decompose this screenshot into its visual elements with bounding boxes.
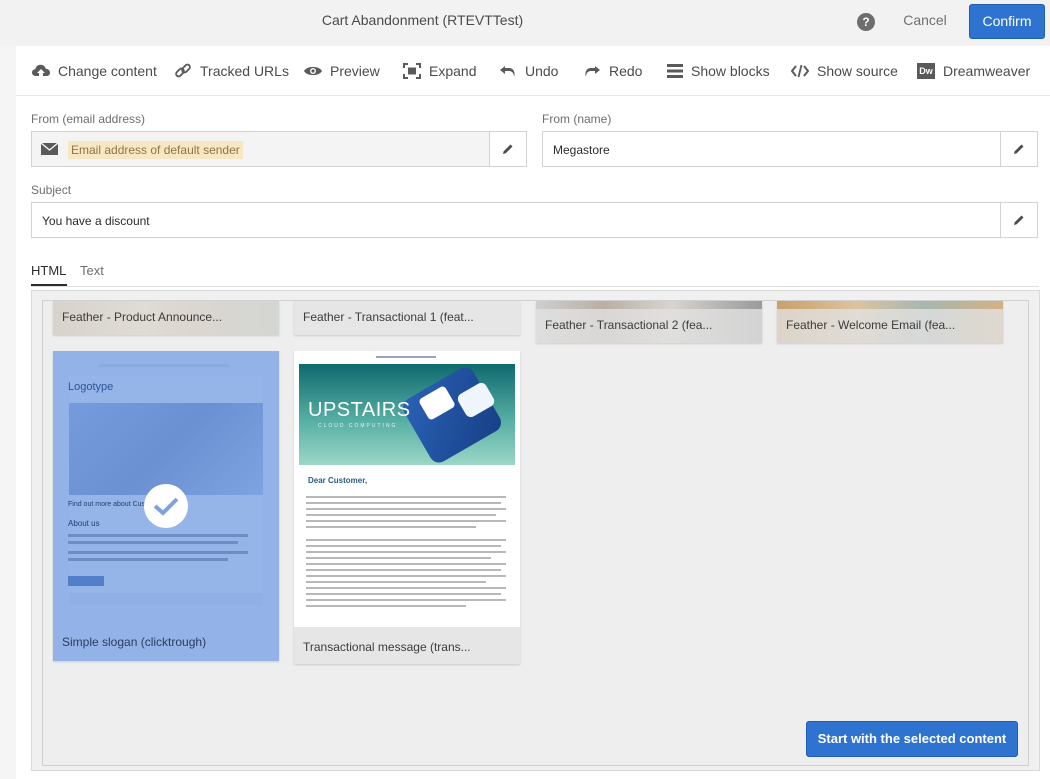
- from-email-label: From (email address): [31, 112, 146, 126]
- template-card-transactional-2[interactable]: Feather - Transactional 2 (fea...: [536, 301, 762, 343]
- undo-label: Undo: [525, 63, 559, 79]
- template-thumbnail: [294, 351, 520, 664]
- template-name: Simple slogan (clicktrough): [62, 635, 207, 649]
- tab-html[interactable]: HTML: [31, 263, 66, 278]
- template-card-transactional-message[interactable]: UPSTAIRS CLOUD COMPUTING Dear Customer, …: [294, 351, 520, 664]
- expand-icon: [403, 63, 421, 79]
- from-name-field[interactable]: Megastore: [542, 131, 1002, 167]
- thumbnail-banner-subtitle: CLOUD COMPUTING: [318, 423, 398, 429]
- tracked-urls-button[interactable]: Tracked URLs: [174, 46, 289, 96]
- thumbnail-find-out-text: Find out more about Cust: [68, 501, 147, 508]
- subject-label: Subject: [31, 183, 72, 197]
- dreamweaver-button[interactable]: Dw Dreamweaver: [917, 46, 1030, 96]
- tabs-divider: [31, 286, 1039, 287]
- pencil-icon: [1014, 144, 1024, 154]
- template-name: Feather - Welcome Email (fea...: [777, 309, 1003, 343]
- edit-from-email-button[interactable]: [489, 131, 527, 167]
- thumbnail-banner-text: UPSTAIRS: [308, 399, 411, 421]
- template-card-simple-slogan[interactable]: Logotype Find out more about Cust About …: [53, 351, 279, 661]
- tracked-urls-label: Tracked URLs: [200, 63, 289, 79]
- template-name: Feather - Product Announce...: [53, 301, 279, 335]
- start-with-selected-content-button[interactable]: Start with the selected content: [806, 721, 1018, 757]
- template-gallery-scroll[interactable]: Feather - Product Announce... Feather - …: [42, 300, 1029, 766]
- from-name-value: Megastore: [553, 143, 610, 157]
- list-icon: [667, 64, 683, 78]
- link-icon: [175, 63, 191, 78]
- editor-content: From (email address) Email address of de…: [16, 96, 1050, 779]
- template-name: Feather - Transactional 1 (feat...: [294, 301, 520, 335]
- dreamweaver-label: Dreamweaver: [943, 63, 1031, 79]
- subject-field[interactable]: You have a discount: [31, 202, 1002, 238]
- edit-from-name-button[interactable]: [1000, 131, 1038, 167]
- expand-label: Expand: [429, 63, 477, 79]
- editor-toolbar: Change content Tracked URLs Preview Expa…: [16, 46, 1050, 96]
- cloud-upload-icon: [32, 64, 50, 76]
- cancel-button[interactable]: Cancel: [892, 12, 958, 32]
- top-bar: Cart Abandonment (RTEVTTest) ? Cancel Co…: [0, 0, 1050, 46]
- selected-check-icon: [144, 484, 188, 528]
- pencil-icon: [1014, 215, 1024, 225]
- template-card-welcome-email[interactable]: Feather - Welcome Email (fea...: [777, 301, 1003, 343]
- page-title: Cart Abandonment (RTEVTTest): [321, 12, 524, 28]
- template-gallery: Feather - Product Announce... Feather - …: [31, 290, 1040, 771]
- expand-button[interactable]: Expand: [403, 46, 476, 96]
- template-name: Transactional message (trans...: [294, 627, 520, 664]
- default-sender-chip: Email address of default sender: [68, 141, 243, 159]
- envelope-icon: [41, 143, 58, 155]
- thumbnail-logo-text: Logotype: [68, 381, 114, 393]
- template-card-product-announce[interactable]: Feather - Product Announce...: [53, 301, 279, 335]
- confirm-button[interactable]: Confirm: [969, 4, 1045, 39]
- show-source-button[interactable]: Show source: [791, 46, 898, 96]
- redo-label: Redo: [609, 63, 643, 79]
- redo-button[interactable]: Redo: [583, 46, 642, 96]
- template-name: Feather - Transactional 2 (fea...: [536, 309, 762, 343]
- undo-button[interactable]: Undo: [499, 46, 558, 96]
- preview-button[interactable]: Preview: [304, 46, 380, 96]
- show-blocks-button[interactable]: Show blocks: [667, 46, 770, 96]
- eye-icon: [304, 66, 322, 76]
- edit-subject-button[interactable]: [1000, 202, 1038, 238]
- thumbnail-about-text: About us: [68, 519, 100, 528]
- subject-value: You have a discount: [42, 214, 150, 228]
- from-email-field[interactable]: Email address of default sender: [31, 131, 491, 167]
- from-name-label: From (name): [542, 112, 612, 126]
- show-source-label: Show source: [817, 63, 898, 79]
- help-icon[interactable]: ?: [857, 13, 875, 31]
- pencil-icon: [503, 144, 513, 154]
- tab-text[interactable]: Text: [80, 263, 104, 278]
- redo-icon: [585, 66, 600, 77]
- dreamweaver-icon: Dw: [917, 63, 935, 79]
- preview-label: Preview: [330, 63, 380, 79]
- template-card-transactional-1[interactable]: Feather - Transactional 1 (feat...: [294, 301, 520, 335]
- undo-icon: [500, 66, 515, 77]
- change-content-button[interactable]: Change content: [32, 46, 157, 96]
- show-blocks-label: Show blocks: [691, 63, 770, 79]
- thumbnail-greeting-text: Dear Customer,: [308, 476, 368, 485]
- change-content-label: Change content: [58, 63, 157, 79]
- code-icon: [791, 64, 809, 78]
